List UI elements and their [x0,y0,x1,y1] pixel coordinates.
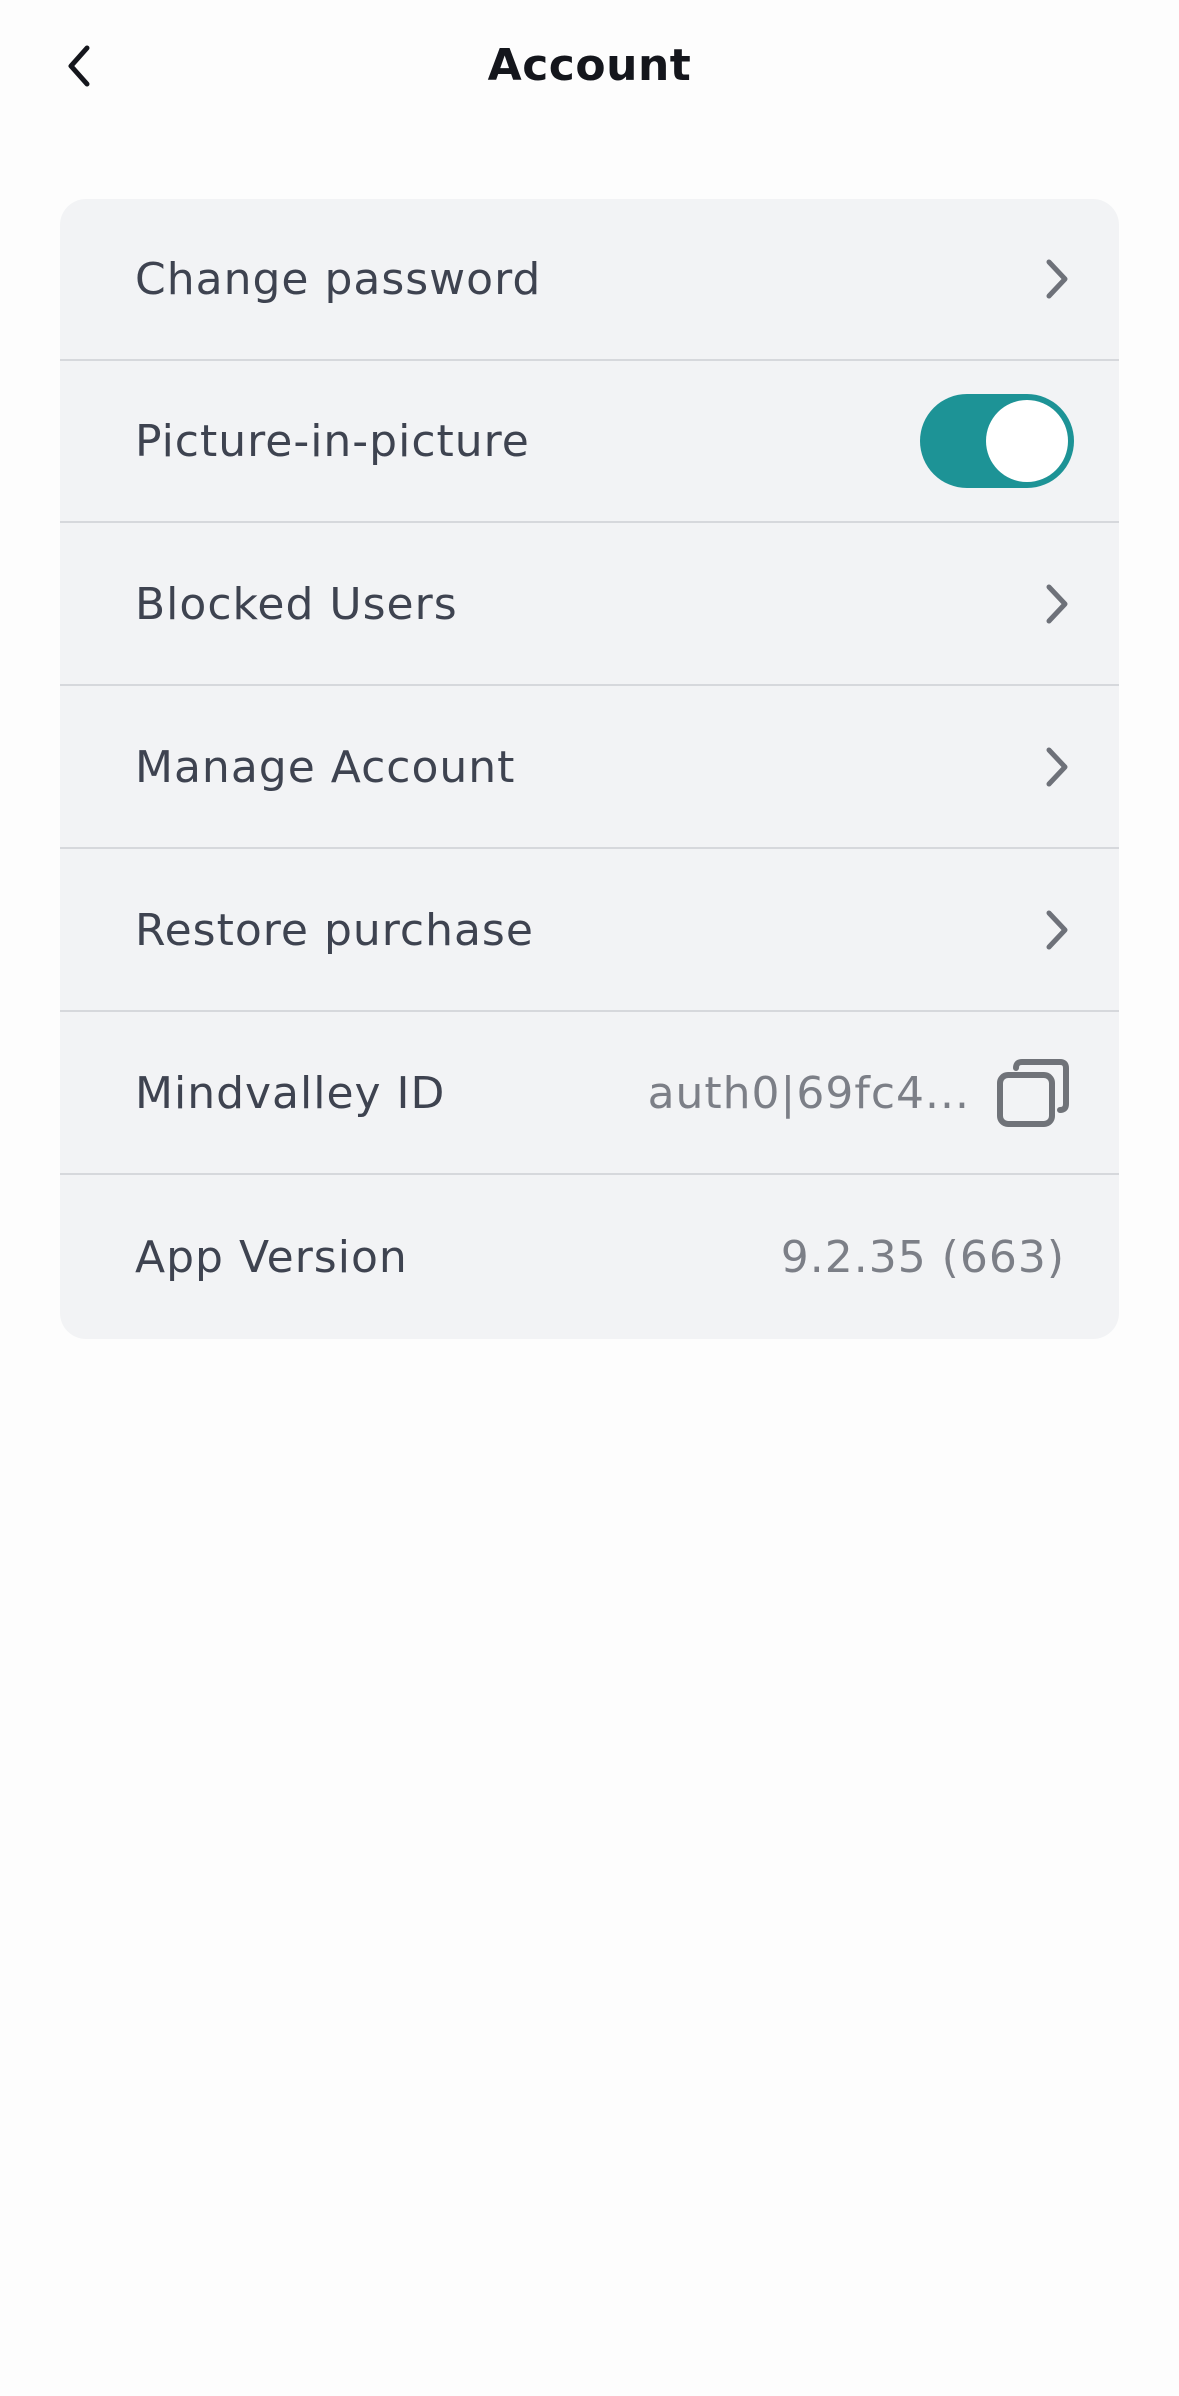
app-version-row: App Version 9.2.35 (663) [60,1176,1119,1338]
app-version-label: App Version [135,1231,408,1283]
mindvalley-id-label: Mindvalley ID [135,1067,446,1119]
mindvalley-id-value: auth0|69fc4... [647,1067,970,1119]
mindvalley-id-row: Mindvalley ID auth0|69fc4... [60,1013,1119,1175]
restore-purchase-row[interactable]: Restore purchase [60,850,1119,1012]
picture-in-picture-row: Picture-in-picture [60,361,1119,523]
toggle-knob [986,400,1068,482]
blocked-users-label: Blocked Users [135,578,458,630]
picture-in-picture-label: Picture-in-picture [135,415,530,467]
page-title: Account [487,40,692,91]
manage-account-label: Manage Account [135,741,516,793]
manage-account-row[interactable]: Manage Account [60,687,1119,849]
chevron-right-icon [1037,742,1077,792]
picture-in-picture-toggle[interactable] [920,394,1074,488]
settings-card: Change password Picture-in-picture Block… [60,199,1119,1339]
change-password-label: Change password [135,253,542,305]
app-version-value: 9.2.35 (663) [780,1231,1065,1283]
chevron-right-icon [1037,905,1077,955]
restore-purchase-label: Restore purchase [135,904,534,956]
header: Account [0,0,1179,140]
chevron-right-icon [1037,254,1077,304]
copy-icon [997,1059,1069,1127]
change-password-row[interactable]: Change password [60,199,1119,361]
chevron-right-icon [1037,579,1077,629]
blocked-users-row[interactable]: Blocked Users [60,524,1119,686]
copy-button[interactable] [995,1055,1071,1131]
